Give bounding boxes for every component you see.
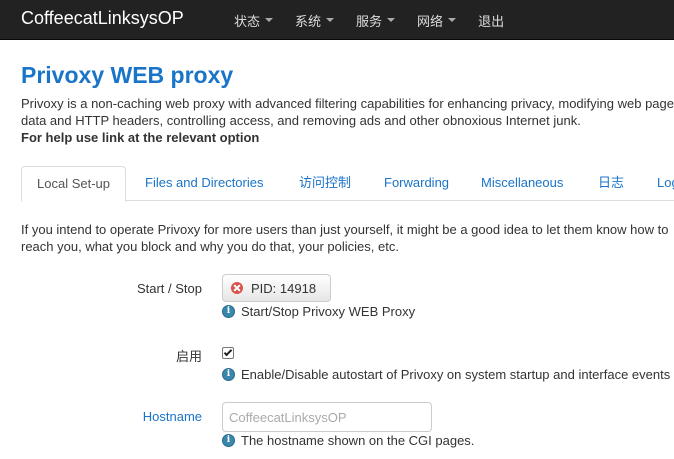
tab-files-and-directories[interactable]: Files and Directories: [145, 166, 264, 201]
page-title: Privoxy WEB proxy: [21, 62, 234, 88]
section-intro: If you intend to operate Privoxy for mor…: [21, 222, 669, 254]
tab-bar: Local Set-up Files and Directories 访问控制 …: [21, 166, 674, 202]
menu-network[interactable]: 网络: [417, 11, 457, 30]
page-description: Privoxy is a non-caching web proxy with …: [21, 96, 674, 128]
pid-label: PID: 14918: [251, 280, 317, 296]
info-icon: i: [222, 368, 235, 381]
enable-checkbox[interactable]: [222, 347, 234, 359]
hint-text: The hostname shown on the CGI pages.: [241, 433, 475, 448]
chevron-down-icon: [387, 18, 396, 22]
start-stop-button[interactable]: PID: 14918: [222, 274, 331, 302]
chevron-down-icon: [265, 18, 274, 22]
menu-services[interactable]: 服务: [356, 11, 396, 30]
chevron-down-icon: [448, 18, 457, 22]
stop-icon: [231, 282, 243, 294]
menu-system[interactable]: 系统: [295, 11, 335, 30]
info-icon: i: [222, 305, 235, 318]
hostname-label[interactable]: Hostname: [0, 409, 202, 424]
tab-access-control[interactable]: 访问控制: [299, 166, 351, 201]
enable-label: 启用: [175, 349, 202, 364]
tab-local-setup[interactable]: Local Set-up: [21, 166, 126, 202]
start-stop-hint: i Start/Stop Privoxy WEB Proxy: [222, 304, 415, 319]
tab-forwarding[interactable]: Forwarding: [384, 166, 449, 201]
check-icon: [223, 347, 233, 357]
enable-hint: i Enable/Disable autostart of Privoxy on…: [222, 367, 670, 382]
hint-text: Start/Stop Privoxy WEB Proxy: [241, 304, 416, 319]
menu-label: 状态: [234, 13, 261, 29]
tab-miscellaneous[interactable]: Miscellaneous: [481, 166, 563, 201]
tab-logs[interactable]: 日志: [598, 166, 624, 201]
menu-label: 网络: [417, 13, 444, 29]
chevron-down-icon: [326, 18, 335, 22]
start-stop-label: Start / Stop: [136, 281, 202, 296]
hostname-hint: i The hostname shown on the CGI pages.: [222, 433, 474, 448]
menu-status[interactable]: 状态: [234, 11, 274, 30]
menu-logout[interactable]: 退出: [478, 11, 504, 30]
menu-label: 服务: [356, 13, 383, 29]
menu-label: 系统: [295, 13, 322, 29]
hint-text: Enable/Disable autostart of Privoxy on s…: [241, 367, 671, 382]
hostname-input[interactable]: [222, 402, 432, 432]
info-icon: i: [222, 434, 235, 447]
help-text: For help use link at the relevant option: [21, 130, 260, 145]
top-navbar: CoffeecatLinksysOP 状态 系统 服务 网络 退出: [0, 0, 674, 40]
menu-label: 退出: [478, 13, 505, 29]
tab-log[interactable]: Log: [657, 166, 674, 201]
main-menu: 状态 系统 服务 网络 退出: [234, 0, 526, 40]
brand-title[interactable]: CoffeecatLinksysOP: [21, 8, 184, 29]
